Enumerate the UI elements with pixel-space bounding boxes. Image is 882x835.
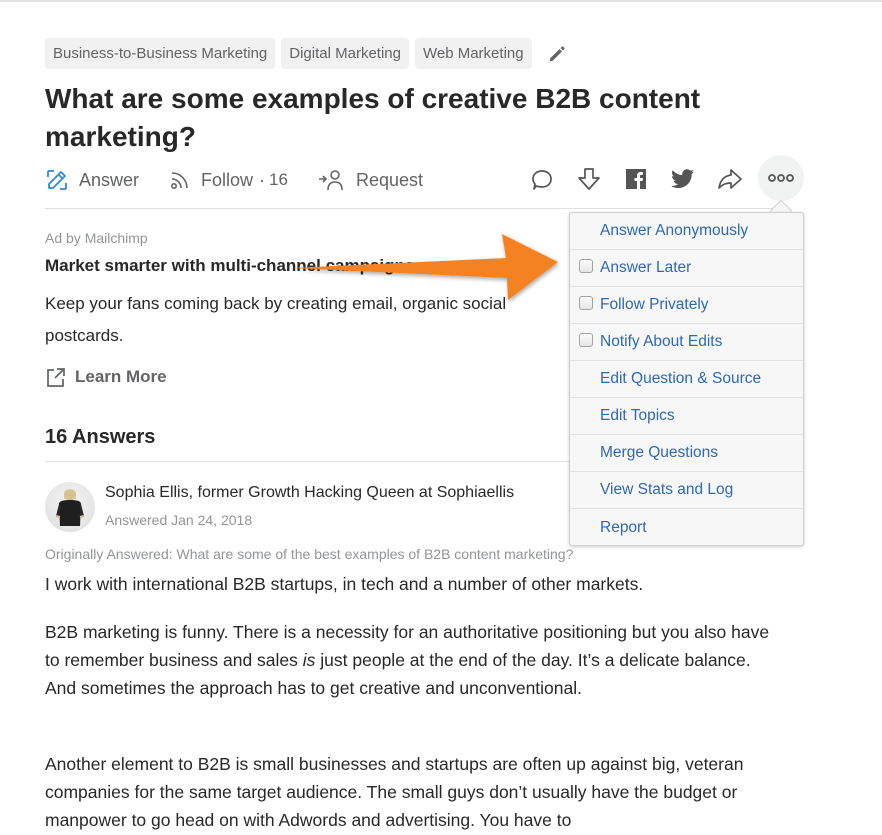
learn-more-label: Learn More [75, 367, 167, 386]
answer-label: Answer [79, 169, 140, 190]
menu-item-answer-later[interactable]: Answer Later [570, 250, 803, 287]
menu-item-label: Answer Later [600, 259, 692, 276]
topic-tags: Business-to-Business Marketing Digital M… [45, 38, 568, 69]
answer-paragraph: Another element to B2B is small business… [45, 754, 744, 830]
notify-edits-checkbox[interactable] [579, 333, 593, 347]
request-button[interactable]: Request [318, 169, 423, 191]
request-user-icon [318, 170, 343, 191]
facebook-icon[interactable] [622, 165, 650, 193]
follow-count: 16 [269, 170, 288, 189]
answer-date[interactable]: Answered Jan 24, 2018 [105, 512, 252, 528]
menu-item-label: Follow Privately [600, 296, 709, 313]
follow-rss-icon [171, 172, 188, 190]
author-credential[interactable]: Sophia Ellis, former Growth Hacking Quee… [105, 484, 514, 502]
menu-item-label: View Stats and Log [600, 481, 734, 498]
share-actions [528, 160, 763, 198]
menu-item-label: Answer Anonymously [600, 222, 749, 239]
menu-item-edit-topics[interactable]: Edit Topics [570, 398, 803, 435]
author-avatar[interactable] [45, 482, 95, 532]
topic-tag[interactable]: Business-to-Business Marketing [45, 38, 276, 69]
menu-item-label: Merge Questions [600, 444, 719, 461]
ad-title[interactable]: Market smarter with multi-channel campai… [45, 256, 414, 276]
top-border [0, 0, 882, 2]
ad-sponsor[interactable]: Ad by Mailchimp [45, 230, 148, 246]
menu-item-answer-anonymously[interactable]: Answer Anonymously [570, 213, 803, 250]
menu-item-view-stats[interactable]: View Stats and Log [570, 472, 803, 509]
menu-item-follow-privately[interactable]: Follow Privately [570, 287, 803, 324]
originally-answered[interactable]: Originally Answered: What are some of th… [45, 546, 573, 562]
more-dots-icon [768, 174, 794, 182]
follow-label: Follow [201, 169, 254, 190]
topic-tag[interactable]: Web Marketing [414, 38, 532, 69]
twitter-icon[interactable] [669, 165, 697, 193]
request-label: Request [355, 169, 424, 190]
edit-topics-pencil-icon[interactable] [546, 43, 568, 65]
follow-separator: · [259, 169, 266, 190]
answer-paragraph: B2B marketing is funny. There is a neces… [45, 618, 785, 702]
learn-more-link[interactable]: Learn More [45, 366, 167, 388]
downvote-icon[interactable] [575, 165, 603, 193]
share-icon[interactable] [716, 165, 744, 193]
more-options-menu: Answer Anonymously Answer Later Follow P… [569, 212, 804, 546]
question-actions: Answer Follow · 16 Request [45, 162, 453, 198]
menu-item-edit-question[interactable]: Edit Question & Source [570, 361, 803, 398]
menu-item-merge-questions[interactable]: Merge Questions [570, 435, 803, 472]
answer-emphasis: is [302, 650, 316, 670]
answers-count-heading: 16 Answers [45, 426, 156, 448]
question-title: What are some examples of creative B2B c… [45, 83, 701, 152]
menu-item-label: Edit Question & Source [600, 370, 762, 387]
answer-later-checkbox[interactable] [579, 259, 593, 273]
menu-item-label: Notify About Edits [600, 333, 723, 350]
topic-tag[interactable]: Digital Marketing [281, 38, 409, 69]
follow-button[interactable]: Follow · 16 [169, 169, 288, 191]
comment-icon[interactable] [528, 165, 556, 193]
answer-pencil-icon [47, 170, 67, 190]
menu-item-notify-about-edits[interactable]: Notify About Edits [570, 324, 803, 361]
external-link-icon [47, 368, 65, 387]
follow-privately-checkbox[interactable] [579, 296, 593, 310]
menu-item-label: Edit Topics [600, 407, 675, 424]
answer-paragraph: I work with international B2B startups, … [45, 574, 644, 594]
answer-button[interactable]: Answer [45, 168, 139, 192]
divider [45, 208, 773, 209]
more-options-button[interactable] [758, 155, 804, 201]
menu-item-report[interactable]: Report [570, 509, 803, 546]
menu-item-label: Report [600, 518, 647, 536]
